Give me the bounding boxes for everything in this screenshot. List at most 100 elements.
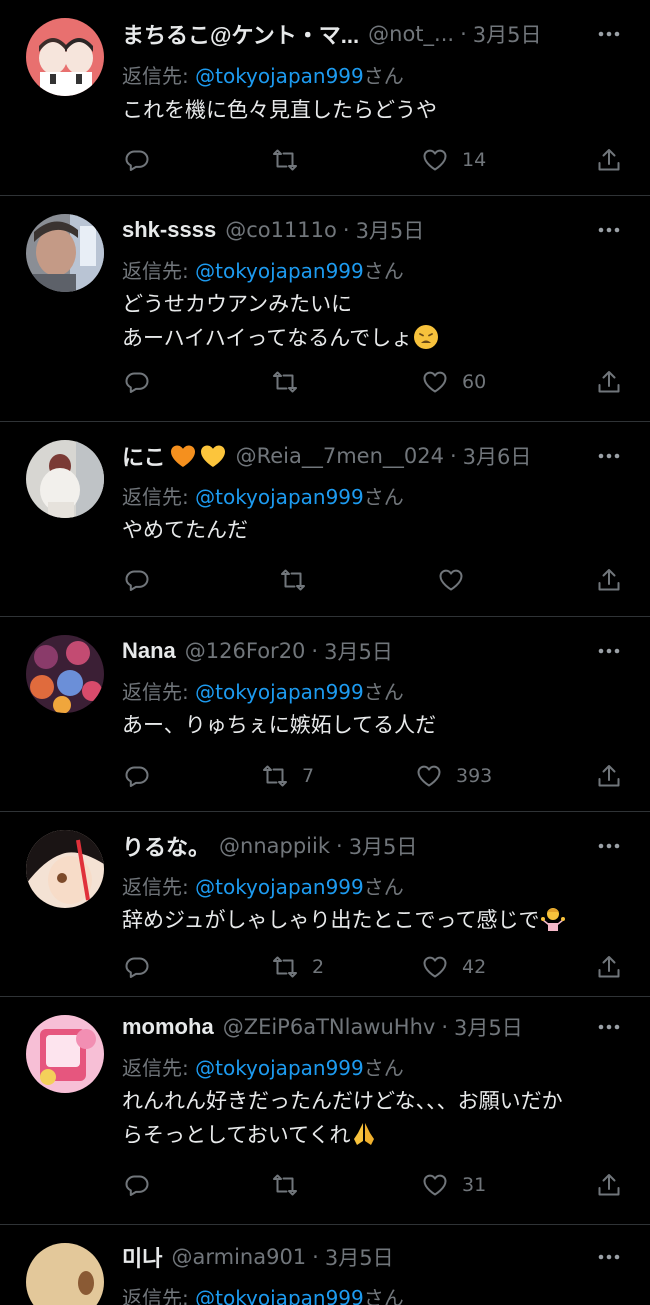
retweet-button[interactable]: 7 <box>262 760 314 792</box>
separator-dot: · <box>342 218 350 242</box>
user-handle[interactable]: @126For20 <box>185 639 306 663</box>
more-options-button[interactable] <box>596 217 622 243</box>
share-button[interactable] <box>596 1169 622 1201</box>
tweet-card[interactable]: Nana @126For20 · 3月5日 返信先: @tokyojapan99… <box>0 617 650 812</box>
display-name[interactable]: shk-ssss <box>122 217 216 243</box>
tweet-date[interactable]: 3月5日 <box>349 831 418 861</box>
retweet-button[interactable] <box>280 564 320 596</box>
reply-button[interactable] <box>124 144 164 176</box>
tweet-text: れんれん好きだったんだけどな、、、お願いだか らそっとしておいてくれ <box>122 1084 620 1152</box>
timeline-feed: まちるこ@ケント・マ... @not_... · 3月5日 返信先: @toky… <box>0 0 650 1305</box>
reply-prefix: 返信先: <box>122 1056 189 1080</box>
more-options-button[interactable] <box>596 21 622 47</box>
share-button[interactable] <box>596 564 622 596</box>
like-count: 14 <box>462 149 487 171</box>
more-options-button[interactable] <box>596 1014 622 1040</box>
retweet-button[interactable]: 2 <box>272 951 324 983</box>
reply-mention-link[interactable]: @tokyojapan999 <box>195 259 364 283</box>
tweet-card[interactable]: まちるこ@ケント・マ... @not_... · 3月5日 返信先: @toky… <box>0 0 650 196</box>
tweet-card[interactable]: momoha @ZEiP6aTNlawuHhv · 3月5日 返信先: @tok… <box>0 997 650 1225</box>
display-name[interactable]: にこ <box>122 440 166 472</box>
tweet-header: momoha @ZEiP6aTNlawuHhv · 3月5日 <box>122 1011 590 1043</box>
reply-mention-link[interactable]: @tokyojapan999 <box>195 64 364 88</box>
share-button[interactable] <box>596 144 622 176</box>
reply-mention-link[interactable]: @tokyojapan999 <box>195 485 364 509</box>
retweet-button[interactable] <box>272 1169 312 1201</box>
more-dots-icon <box>598 843 620 849</box>
retweet-button[interactable] <box>272 144 312 176</box>
like-button[interactable]: 60 <box>422 366 486 398</box>
more-options-button[interactable] <box>596 638 622 664</box>
reply-context: 返信先: @tokyojapan999さん <box>122 481 404 510</box>
more-options-button[interactable] <box>596 1244 622 1270</box>
tweet-date[interactable]: 3月5日 <box>473 19 542 49</box>
tweet-text-line: らそっとしておいてくれ <box>122 1123 351 1147</box>
avatar[interactable] <box>26 18 104 96</box>
tweet-text: やめてたんだ <box>122 513 610 547</box>
reply-mention-link[interactable]: @tokyojapan999 <box>195 680 364 704</box>
user-handle[interactable]: @armina901 <box>171 1245 306 1269</box>
user-handle[interactable]: @Reia__7men__024 <box>236 444 444 468</box>
user-handle[interactable]: @ZEiP6aTNlawuHhv <box>223 1015 436 1039</box>
tweet-text: あー、りゅちぇに嫉妬してる人だ <box>122 708 610 742</box>
like-button[interactable]: 31 <box>422 1169 486 1201</box>
reply-prefix: 返信先: <box>122 680 189 704</box>
tweet-card[interactable]: にこ @Reia__7men__024 · 3月6日 返信先: @tokyoja… <box>0 422 650 617</box>
tweet-card[interactable]: 미나 @armina901 · 3月5日 返信先: @tokyojapan999… <box>0 1225 650 1305</box>
retweet-icon <box>273 371 297 393</box>
avatar[interactable] <box>26 1015 104 1093</box>
avatar[interactable] <box>26 830 104 908</box>
share-button[interactable] <box>596 366 622 398</box>
tweet-text: 辞めジュがしゃしゃり出たとこでって感じで <box>122 903 610 937</box>
reply-button[interactable] <box>124 564 164 596</box>
reply-mention-link[interactable]: @tokyojapan999 <box>195 875 364 899</box>
reply-button[interactable] <box>124 951 164 983</box>
tweet-date[interactable]: 3月5日 <box>325 1242 394 1272</box>
tweet-header: まちるこ@ケント・マ... @not_... · 3月5日 <box>122 18 590 50</box>
like-count: 42 <box>462 956 487 978</box>
reply-mention-link[interactable]: @tokyojapan999 <box>195 1056 364 1080</box>
tweet-date[interactable]: 3月5日 <box>356 215 425 245</box>
like-button[interactable]: 14 <box>422 144 486 176</box>
heart-icon <box>439 569 463 591</box>
separator-dot: · <box>441 1015 449 1039</box>
tweet-card[interactable]: shk-ssss @co1111o · 3月5日 返信先: @tokyojapa… <box>0 196 650 422</box>
display-name[interactable]: Nana <box>122 638 176 664</box>
retweet-button[interactable] <box>272 366 312 398</box>
share-icon <box>598 569 620 591</box>
heart-icon <box>423 1174 447 1196</box>
reply-button[interactable] <box>124 760 164 792</box>
avatar-photo-icon <box>26 440 104 518</box>
tweet-text-line: あー、りゅちぇに嫉妬してる人だ <box>122 713 437 737</box>
tweet-date[interactable]: 3月5日 <box>324 636 393 666</box>
reply-button[interactable] <box>124 1169 164 1201</box>
display-name[interactable]: まちるこ@ケント・マ... <box>122 18 359 50</box>
avatar[interactable] <box>26 635 104 713</box>
share-button[interactable] <box>596 951 622 983</box>
avatar[interactable] <box>26 440 104 518</box>
tweet-card[interactable]: りるな。 @nnappiik · 3月5日 返信先: @tokyojapan99… <box>0 812 650 997</box>
reply-bubble-icon <box>125 766 149 787</box>
tweet-text-line: どうせカウアンみたいに <box>122 292 353 316</box>
more-options-button[interactable] <box>596 443 622 469</box>
like-button[interactable]: 393 <box>416 760 492 792</box>
tweet-date[interactable]: 3月5日 <box>454 1012 523 1042</box>
share-button[interactable] <box>596 760 622 792</box>
tweet-actions: 7 393 <box>122 760 634 792</box>
avatar[interactable] <box>26 214 104 292</box>
display-name[interactable]: りるな。 <box>122 830 210 862</box>
like-button[interactable] <box>438 564 478 596</box>
display-name[interactable]: momoha <box>122 1014 214 1040</box>
user-handle[interactable]: @not_... <box>368 22 454 46</box>
user-handle[interactable]: @co1111o <box>225 218 337 242</box>
orange-heart-emoji <box>169 442 197 470</box>
retweet-icon <box>263 765 287 787</box>
folded-hands-emoji <box>350 1120 378 1148</box>
reply-button[interactable] <box>124 366 164 398</box>
more-options-button[interactable] <box>596 833 622 859</box>
display-name[interactable]: 미나 <box>122 1241 162 1273</box>
tweet-date[interactable]: 3月6日 <box>463 441 532 471</box>
reply-suffix: さん <box>363 485 404 509</box>
user-handle[interactable]: @nnappiik <box>219 834 330 858</box>
like-button[interactable]: 42 <box>422 951 486 983</box>
